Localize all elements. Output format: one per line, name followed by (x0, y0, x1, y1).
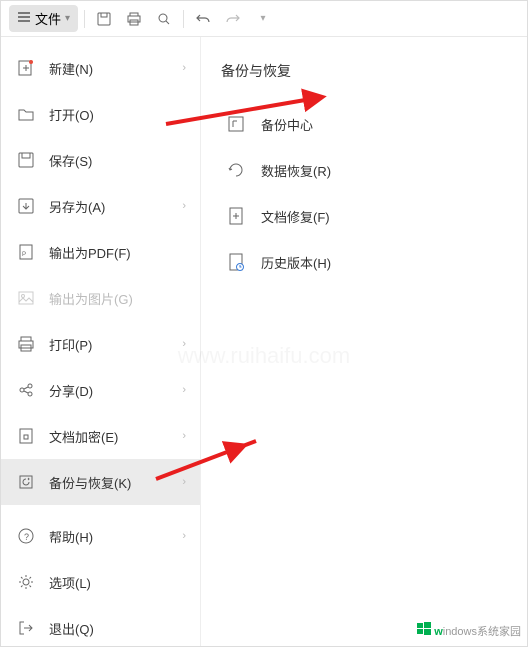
menu-item-export-pdf[interactable]: P 输出为PDF(F) (1, 229, 200, 275)
chevron-right-icon: › (182, 476, 186, 488)
menu-label: 分享(D) (49, 381, 182, 400)
redo-icon[interactable] (220, 6, 246, 32)
print-icon (15, 333, 37, 355)
menu-item-new[interactable]: 新建(N) › (1, 45, 200, 91)
menu-item-backup[interactable]: 备份与恢复(K) › (1, 459, 200, 505)
share-icon (15, 379, 37, 401)
recovery-icon (225, 159, 247, 181)
menu-item-exit[interactable]: 退出(Q) (1, 605, 200, 651)
watermark-w: w (434, 626, 443, 638)
repair-icon (225, 205, 247, 227)
exit-icon (15, 617, 37, 639)
lock-icon (15, 425, 37, 447)
menu-item-share[interactable]: 分享(D) › (1, 367, 200, 413)
menu-item-saveas[interactable]: 另存为(A) › (1, 183, 200, 229)
chevron-right-icon: › (182, 62, 186, 74)
panel-label: 数据恢复(R) (261, 161, 331, 180)
windows-logo-icon (416, 621, 432, 640)
menu-item-options[interactable]: 选项(L) (1, 559, 200, 605)
chevron-right-icon: › (182, 384, 186, 396)
toolbar: 文件 ▾ ▾ (1, 1, 527, 37)
menu-item-encrypt[interactable]: 文档加密(E) › (1, 413, 200, 459)
chevron-right-icon: › (182, 338, 186, 350)
panel-label: 历史版本(H) (261, 253, 331, 272)
panel-label: 备份中心 (261, 115, 313, 134)
save-icon (15, 149, 37, 171)
watermark: windows系统家园 (416, 621, 521, 640)
menu-label: 保存(S) (49, 151, 186, 170)
menu-label: 输出为PDF(F) (49, 243, 186, 262)
file-menu-button[interactable]: 文件 ▾ (9, 5, 78, 32)
menu-label: 新建(N) (49, 59, 182, 78)
undo-icon[interactable] (190, 6, 216, 32)
new-icon (15, 57, 37, 79)
menu-label: 打印(P) (49, 335, 182, 354)
panel-item-history[interactable]: 历史版本(H) (217, 239, 511, 285)
menu-item-save[interactable]: 保存(S) (1, 137, 200, 183)
watermark-rest: indows (443, 626, 477, 638)
save-icon[interactable] (91, 6, 117, 32)
backup-panel: 备份与恢复 备份中心 数据恢复(R) 文档修复(F) 历史版本(H) (201, 37, 527, 646)
menu-label: 文档加密(E) (49, 427, 182, 446)
file-menu: 新建(N) › 打开(O) 保存(S) 另存为(A) › P 输出为PDF(F)… (1, 37, 201, 646)
panel-item-backup-center[interactable]: 备份中心 (217, 101, 511, 147)
menu-label: 输出为图片(G) (49, 289, 186, 308)
chevron-right-icon: › (182, 430, 186, 442)
hamburger-icon (17, 10, 31, 27)
backup-center-icon (225, 113, 247, 135)
image-icon (15, 287, 37, 309)
menu-label: 另存为(A) (49, 197, 182, 216)
menu-label: 打开(O) (49, 105, 186, 124)
watermark-text: 系统家园 (477, 626, 521, 638)
gear-icon (15, 571, 37, 593)
history-icon (225, 251, 247, 273)
panel-item-document-repair[interactable]: 文档修复(F) (217, 193, 511, 239)
svg-text:P: P (22, 252, 26, 258)
svg-text:?: ? (24, 532, 29, 542)
menu-item-export-image: 输出为图片(G) (1, 275, 200, 321)
menu-item-print[interactable]: 打印(P) › (1, 321, 200, 367)
menu-item-open[interactable]: 打开(O) (1, 91, 200, 137)
saveas-icon (15, 195, 37, 217)
pdf-icon: P (15, 241, 37, 263)
menu-label: 退出(Q) (49, 619, 186, 638)
panel-item-data-recovery[interactable]: 数据恢复(R) (217, 147, 511, 193)
chevron-right-icon: › (182, 200, 186, 212)
print-icon[interactable] (121, 6, 147, 32)
file-menu-label: 文件 (35, 9, 61, 28)
menu-label: 帮助(H) (49, 527, 182, 546)
chevron-right-icon: › (182, 530, 186, 542)
help-icon: ? (15, 525, 37, 547)
menu-item-help[interactable]: ? 帮助(H) › (1, 513, 200, 559)
backup-icon (15, 471, 37, 493)
panel-title: 备份与恢复 (217, 61, 511, 81)
folder-icon (15, 103, 37, 125)
main-area: 新建(N) › 打开(O) 保存(S) 另存为(A) › P 输出为PDF(F)… (1, 37, 527, 646)
preview-icon[interactable] (151, 6, 177, 32)
chevron-down-icon[interactable]: ▾ (250, 6, 276, 32)
menu-label: 选项(L) (49, 573, 186, 592)
menu-label: 备份与恢复(K) (49, 473, 182, 492)
chevron-down-icon: ▾ (65, 13, 70, 24)
panel-label: 文档修复(F) (261, 207, 330, 226)
